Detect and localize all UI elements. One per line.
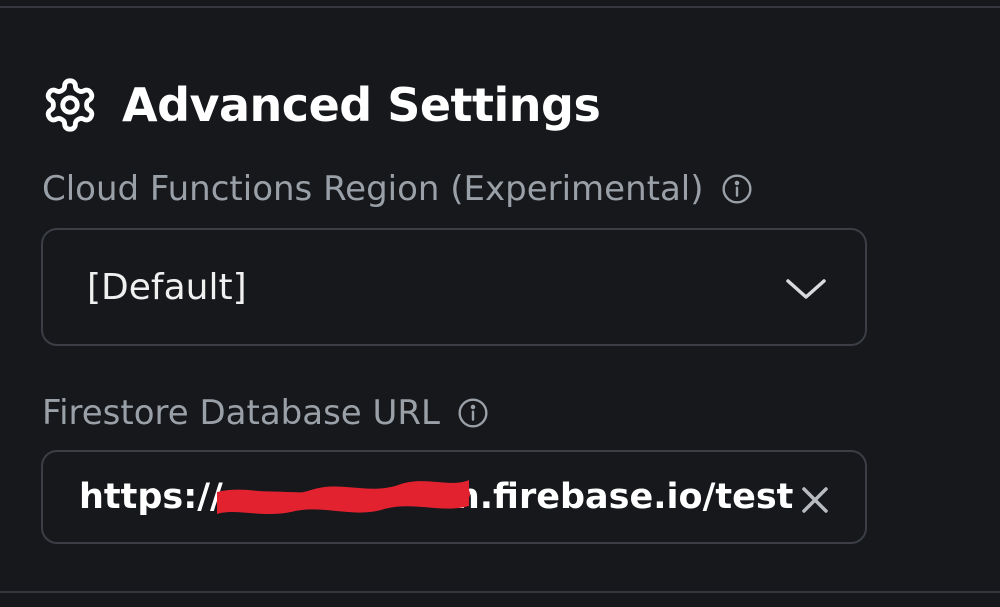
section-header: Advanced Settings — [40, 72, 601, 138]
database-url-input[interactable]: https:// n.firebase.io/test — [41, 450, 867, 544]
redaction-mark — [217, 480, 470, 514]
region-field-label: Cloud Functions Region (Experimental) — [42, 172, 754, 206]
region-select-value: [Default] — [87, 267, 247, 308]
chevron-down-icon[interactable] — [783, 270, 829, 306]
url-label-text: Firestore Database URL — [42, 393, 440, 433]
advanced-settings-panel: Advanced Settings Cloud Functions Region… — [0, 0, 1000, 607]
gear-icon — [40, 75, 100, 135]
info-icon[interactable] — [456, 396, 490, 430]
region-label-text: Cloud Functions Region (Experimental) — [42, 169, 704, 209]
url-field-label: Firestore Database URL — [42, 396, 490, 430]
region-select[interactable]: [Default] — [41, 228, 867, 346]
bottom-divider — [0, 591, 1000, 593]
close-icon[interactable] — [795, 480, 835, 520]
section-title: Advanced Settings — [122, 78, 601, 132]
info-icon[interactable] — [720, 172, 754, 206]
top-divider — [0, 6, 1000, 8]
url-prefix: https:// — [79, 477, 223, 517]
url-suffix: n.firebase.io/test — [454, 477, 794, 517]
